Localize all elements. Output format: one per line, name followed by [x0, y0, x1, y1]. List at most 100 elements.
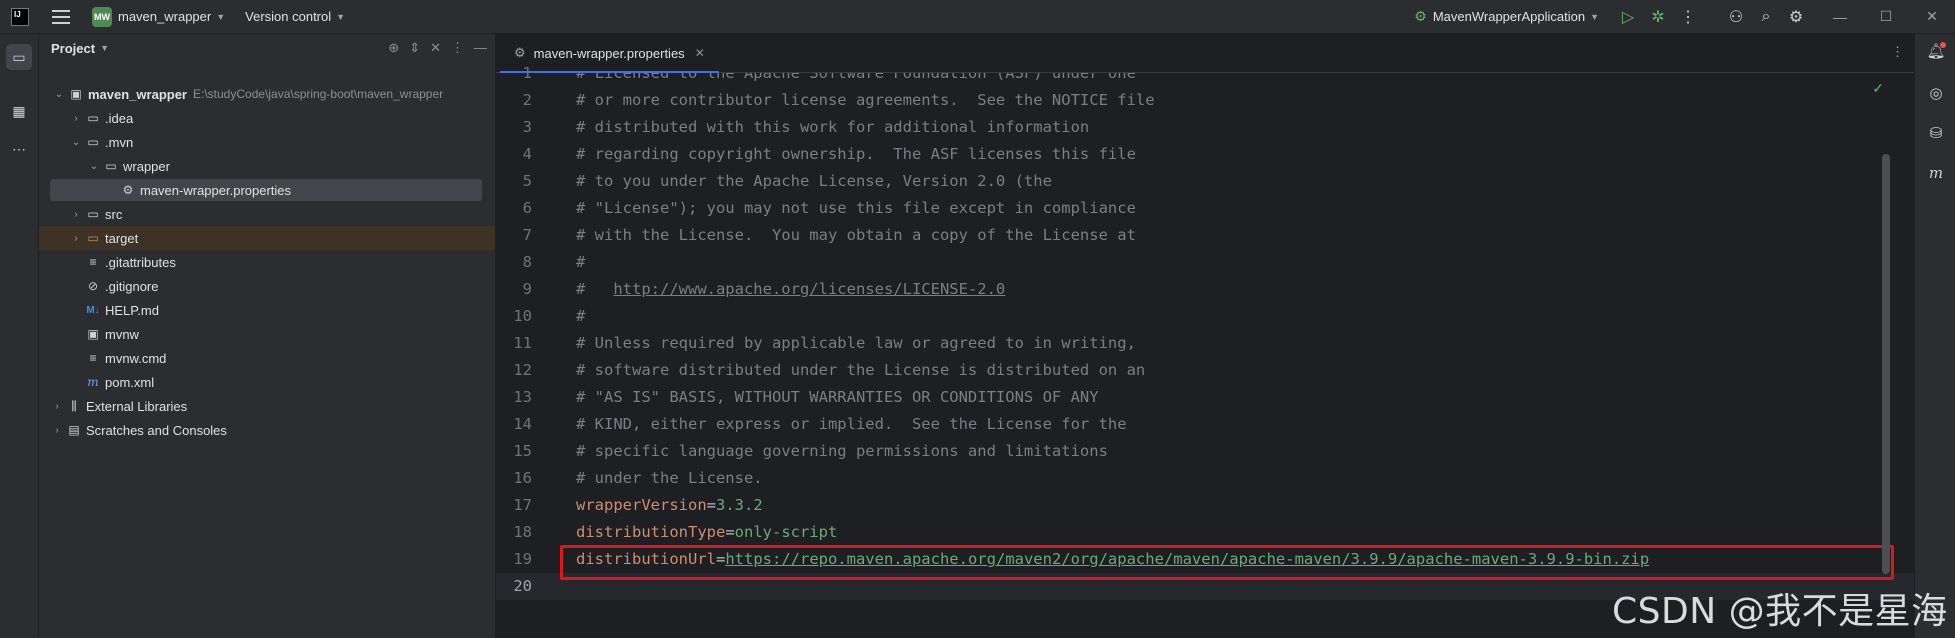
database-icon[interactable]: ⛁ [1925, 124, 1947, 142]
collapse-all-icon[interactable]: ✕ [430, 40, 441, 56]
line-number: 2 [522, 91, 532, 109]
code-line[interactable]: # "AS IS" BASIS, WITHOUT WARRANTIES OR C… [576, 384, 1099, 411]
editor-tab-bar: ⚙ maven-wrapper.properties ✕ ⋮ [496, 34, 1914, 73]
run-configuration-selector[interactable]: ⚙ MavenWrapperApplication ▼ [1414, 8, 1599, 25]
project-panel-title[interactable]: Project [51, 41, 95, 56]
hide-panel-icon[interactable]: — [474, 40, 487, 56]
version-control-menu[interactable]: Version control [245, 9, 331, 24]
code-line[interactable]: # under the License. [576, 465, 763, 492]
line-number: 13 [513, 388, 532, 406]
line-number: 1 [522, 64, 532, 82]
chevron-right-icon[interactable]: › [49, 401, 65, 412]
tree-item-label: .gitattributes [105, 254, 176, 270]
code-line[interactable]: # KIND, either express or implied. See t… [576, 411, 1127, 438]
close-tab-icon[interactable]: ✕ [695, 46, 705, 60]
tree-item-target[interactable]: › ▭ target [39, 226, 495, 250]
tab-maven-wrapper-properties[interactable]: ⚙ maven-wrapper.properties ✕ [500, 34, 719, 73]
code-line[interactable]: # distributed with this work for additio… [576, 114, 1089, 141]
tree-item-gitattributes[interactable]: ≡ .gitattributes [39, 250, 495, 274]
text-file-icon: ≡ [89, 255, 97, 269]
code-line[interactable]: # specific language governing permission… [576, 438, 1108, 465]
code-line[interactable]: # software distributed under the License… [576, 357, 1145, 384]
run-icon[interactable]: ▷ [1613, 7, 1643, 27]
project-tool-icon[interactable]: ▭ [6, 44, 32, 70]
right-tool-strip: 🔔︎ ◎ ⛁ m [1914, 34, 1955, 638]
tree-item-mvnw[interactable]: ▣ mvnw [39, 322, 495, 346]
editor-area: ⚙ maven-wrapper.properties ✕ ⋮ 1 2 3 4 5… [496, 34, 1914, 638]
chevron-right-icon[interactable]: › [68, 233, 84, 244]
code-line[interactable]: # [576, 303, 585, 330]
tree-item-maven-wrapper[interactable]: ⌄ ▣ maven_wrapper E:\studyCode\java\spri… [39, 82, 495, 106]
add-user-icon[interactable]: ⚇ [1721, 7, 1751, 27]
code-line[interactable]: # [576, 249, 585, 276]
maven-icon[interactable]: m [1925, 164, 1947, 182]
line-number: 16 [513, 469, 532, 487]
code-line[interactable]: wrapperVersion=3.3.2 [576, 492, 763, 519]
maximize-icon[interactable]: ☐ [1863, 8, 1909, 25]
search-icon[interactable]: ⌕ [1751, 8, 1781, 26]
code-line[interactable]: # http://www.apache.org/licenses/LICENSE… [576, 276, 1005, 303]
code-line[interactable]: # Unless required by applicable law or a… [576, 330, 1136, 357]
expand-all-icon[interactable]: ⇕ [409, 40, 420, 56]
chevron-down-icon[interactable]: ⌄ [86, 161, 102, 172]
more-actions-icon[interactable]: ⋮ [1673, 7, 1703, 27]
chevron-down-icon[interactable]: ⌄ [51, 89, 67, 100]
line-number: 17 [513, 496, 532, 514]
code-line[interactable]: distributionType=only-script [576, 519, 837, 546]
folder-icon: ▭ [87, 135, 99, 149]
code-line[interactable]: # Licensed to the Apache Software Founda… [576, 73, 1136, 87]
csdn-watermark: CSDN @我不是星海 [1612, 591, 1948, 632]
chevron-right-icon[interactable]: › [49, 425, 65, 436]
property-key: wrapperVersion [576, 496, 707, 514]
chevron-down-icon[interactable]: ▼ [216, 12, 225, 22]
settings-icon[interactable]: ⚙ [1781, 7, 1811, 27]
chevron-down-icon[interactable]: ▼ [336, 12, 345, 22]
left-tool-strip: ▭ ▦ ⋯ [0, 34, 39, 638]
project-name[interactable]: maven_wrapper [118, 9, 211, 24]
code-line[interactable]: # "License"); you may not use this file … [576, 195, 1136, 222]
tree-item-maven-wrapper-properties[interactable]: ⚙ maven-wrapper.properties [39, 178, 495, 202]
tree-item-pom-xml[interactable]: m pom.xml [39, 370, 495, 394]
tree-item-help-md[interactable]: M↓ HELP.md [39, 298, 495, 322]
locate-file-icon[interactable]: ⊕ [388, 40, 399, 56]
tree-item-scratches-and-consoles[interactable]: › ▤ Scratches and Consoles [39, 418, 495, 442]
code-line[interactable]: # regarding copyright ownership. The ASF… [576, 141, 1136, 168]
code-line[interactable]: # to you under the Apache License, Versi… [576, 168, 1052, 195]
chevron-right-icon[interactable]: › [68, 209, 84, 220]
scratch-icon: ▤ [68, 423, 80, 437]
ai-assistant-icon[interactable]: ◎ [1925, 84, 1947, 102]
code-line[interactable]: # or more contributor license agreements… [576, 87, 1155, 114]
tree-item-src[interactable]: › ▭ src [39, 202, 495, 226]
code-line[interactable]: # with the License. You may obtain a cop… [576, 222, 1136, 249]
tree-item-wrapper[interactable]: ⌄ ▭ wrapper [39, 154, 495, 178]
shell-script-icon: ▣ [87, 327, 99, 341]
debug-icon[interactable]: ✲ [1643, 7, 1673, 27]
tab-options-icon[interactable]: ⋮ [1891, 44, 1904, 60]
scrollbar-thumb[interactable] [1882, 154, 1890, 574]
close-icon[interactable]: ✕ [1909, 8, 1955, 25]
tree-item-label: wrapper [123, 158, 170, 174]
comment-prefix: # [576, 280, 614, 298]
structure-tool-icon[interactable]: ▦ [6, 98, 32, 124]
minimize-icon[interactable]: — [1817, 9, 1863, 25]
project-badge[interactable]: MW [92, 6, 112, 27]
tree-item-external-libraries[interactable]: › ⫼ External Libraries [39, 394, 495, 418]
main-menu-icon[interactable] [52, 9, 70, 24]
intellij-logo-icon[interactable]: IJ [11, 7, 29, 26]
tree-item-mvn[interactable]: ⌄ ▭ .mvn [39, 130, 495, 154]
chevron-down-icon[interactable]: ▼ [100, 43, 109, 53]
chevron-right-icon[interactable]: › [68, 113, 84, 124]
tree-item-label: target [105, 230, 139, 246]
tree-item-label: .idea [105, 110, 134, 126]
tree-item-mvnw-cmd[interactable]: ≡ mvnw.cmd [39, 346, 495, 370]
vertical-scrollbar[interactable] [1882, 114, 1890, 574]
no-problems-check-icon[interactable]: ✓ [1872, 80, 1884, 97]
folder-icon: ▭ [105, 159, 117, 173]
tree-item-idea[interactable]: › ▭ .idea [39, 106, 495, 130]
chevron-down-icon[interactable]: ⌄ [68, 137, 84, 148]
options-icon[interactable]: ⋮ [451, 40, 464, 56]
license-link[interactable]: http://www.apache.org/licenses/LICENSE-2… [613, 280, 1005, 298]
more-tools-icon[interactable]: ⋯ [6, 136, 32, 162]
notifications-icon[interactable]: 🔔︎ [1925, 42, 1947, 60]
tree-item-gitignore[interactable]: ⊘ .gitignore [39, 274, 495, 298]
